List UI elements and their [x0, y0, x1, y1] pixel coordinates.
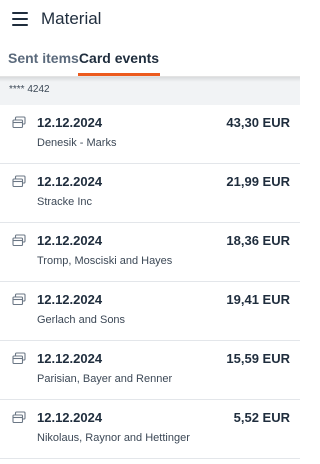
event-merchant: Gerlach and Sons	[37, 314, 126, 326]
event-merchant: Parisian, Bayer and Renner	[37, 373, 173, 385]
list-item[interactable]: 12.12.2024 5,52 EUR Nikolaus, Raynor and…	[0, 400, 300, 459]
list-item[interactable]: 12.12.2024 18,36 EUR Tromp, Mosciski and…	[0, 223, 300, 282]
card-payment-icon	[12, 116, 26, 129]
tab-bar-shadow	[0, 76, 300, 82]
event-date: 12.12.2024	[37, 115, 103, 130]
app-bar: Material	[0, 0, 300, 40]
event-date: 12.12.2024	[37, 233, 103, 248]
event-date: 12.12.2024	[37, 174, 103, 189]
card-payment-icon	[12, 234, 26, 247]
tab-sent-items[interactable]: Sent items	[8, 40, 79, 76]
list-item[interactable]: 12.12.2024 15,59 EUR Parisian, Bayer and…	[0, 341, 300, 400]
event-merchant: Stracke Inc	[37, 196, 93, 208]
event-amount: 21,99 EUR	[226, 174, 290, 189]
card-events-list: 12.12.2024 43,30 EUR Denesik - Marks 12.…	[0, 105, 300, 459]
event-merchant: Denesik - Marks	[37, 137, 117, 149]
list-item[interactable]: 12.12.2024 19,41 EUR Gerlach and Sons	[0, 282, 300, 341]
event-amount: 5,52 EUR	[233, 410, 290, 425]
event-date: 12.12.2024	[37, 351, 103, 366]
list-item[interactable]: 12.12.2024 21,99 EUR Stracke Inc	[0, 164, 300, 223]
tab-card-events-label: Card events	[78, 50, 160, 66]
event-date: 12.12.2024	[37, 292, 103, 307]
card-payment-icon	[12, 352, 26, 365]
page-title: Material	[41, 9, 102, 28]
tab-card-events[interactable]: Card events	[78, 40, 160, 76]
card-payment-icon	[12, 175, 26, 188]
event-merchant: Nikolaus, Raynor and Hettinger	[37, 432, 190, 444]
event-merchant: Tromp, Mosciski and Hayes	[37, 255, 173, 267]
event-amount: 43,30 EUR	[226, 115, 290, 130]
event-amount: 15,59 EUR	[226, 351, 290, 366]
event-amount: 19,41 EUR	[226, 292, 290, 307]
tab-bar: Sent items Card events	[0, 40, 300, 76]
hamburger-menu-icon[interactable]	[12, 12, 28, 26]
event-date: 12.12.2024	[37, 410, 103, 425]
list-item[interactable]: 12.12.2024 43,30 EUR Denesik - Marks	[0, 105, 300, 164]
card-payment-icon	[12, 411, 26, 424]
card-payment-icon	[12, 293, 26, 306]
event-amount: 18,36 EUR	[226, 233, 290, 248]
